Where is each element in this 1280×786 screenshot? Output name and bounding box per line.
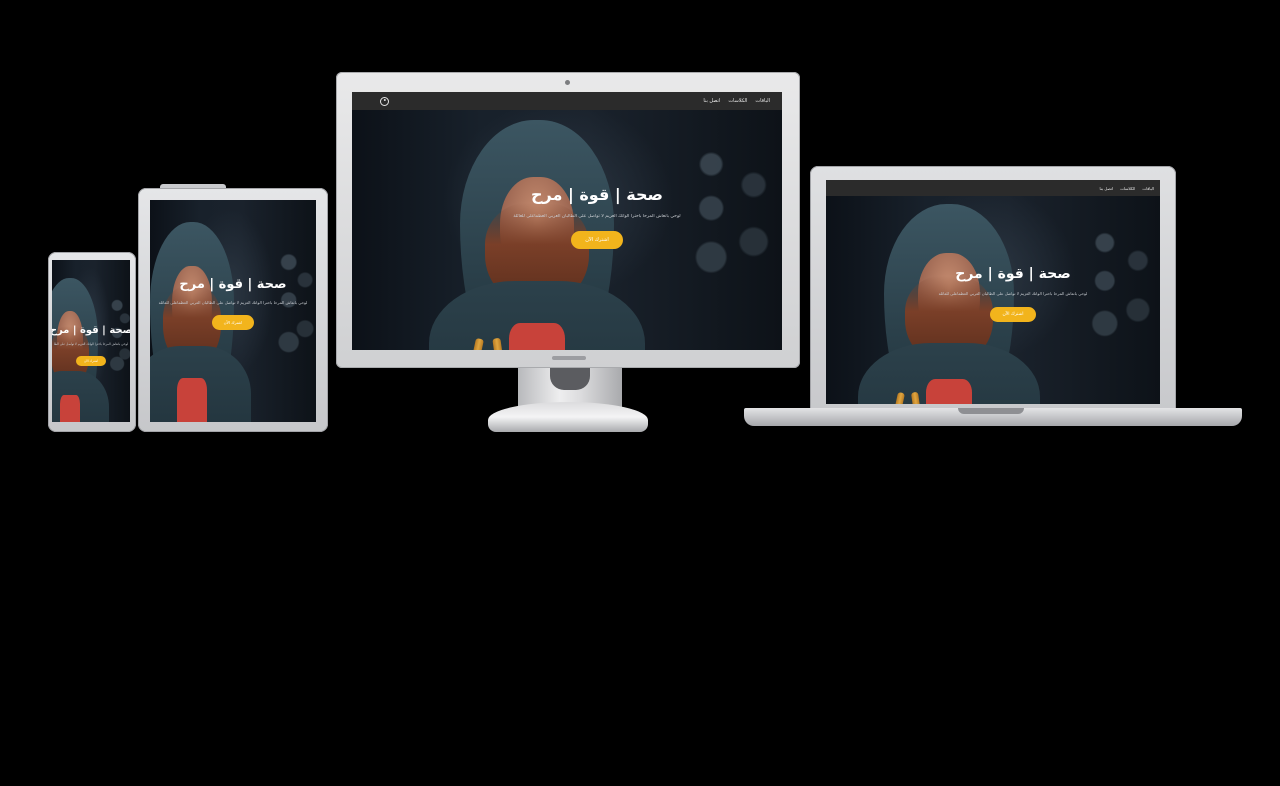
cta-button[interactable]: اشترك الآن: [571, 231, 623, 249]
desktop-monitor-mockup: الباقات الكلاسات اتصل بنا صحة | قوة | مر…: [336, 72, 800, 432]
laptop-screen: الباقات الكلاسات اتصل بنا صحة | قوة | مر…: [826, 180, 1160, 404]
hero-overlay: صحة | قوة | مرح لوحي بانعاش المرحا باحتر…: [846, 182, 1160, 404]
stand-hole: [550, 368, 590, 390]
tablet-mockup: صحة | قوة | مرح لوحي بانعاش المرحا باحتر…: [138, 184, 328, 432]
phone-mockup: صحة | قوة | مرح لوحي بانعاش المرحا باحتر…: [48, 248, 136, 432]
monitor-indicator: [552, 356, 586, 360]
monitor-base: [488, 402, 648, 432]
camera-icon: [565, 80, 570, 85]
hero-title: صحة | قوة | مرح: [530, 185, 663, 204]
phone-screen: صحة | قوة | مرح لوحي بانعاش المرحا باحتر…: [52, 260, 130, 422]
hero-title: صحة | قوة | مرح: [955, 266, 1071, 282]
hero-overlay: صحة | قوة | مرح لوحي بانعاش المرحا باحتر…: [52, 264, 130, 422]
laptop-notch: [958, 408, 1024, 414]
cta-button[interactable]: اشترك الآن: [75, 355, 107, 366]
laptop-mockup: الباقات الكلاسات اتصل بنا صحة | قوة | مر…: [744, 166, 1242, 432]
hero-subtitle: لوحي بانعاش المرحا باحترا الواتك العزيم …: [54, 341, 128, 346]
hero-subtitle: لوحي بانعاش المرحا باحترا الواتك العزيم …: [513, 214, 681, 219]
hero-title: صحة | قوة | مرح: [179, 276, 287, 292]
hero-title: صحة | قوة | مرح: [52, 324, 130, 336]
cta-button[interactable]: اشترك الآن: [211, 314, 255, 330]
hero-subtitle: لوحي بانعاش المرحا باحترا الواتك العزيم …: [158, 299, 308, 305]
hero-overlay: صحة | قوة | مرح لوحي بانعاش المرحا باحتر…: [382, 92, 782, 346]
hero-overlay: صحة | قوة | مرح لوحي بانعاش المرحا باحتر…: [150, 200, 316, 414]
monitor-screen: الباقات الكلاسات اتصل بنا صحة | قوة | مر…: [352, 92, 782, 350]
tablet-screen: صحة | قوة | مرح لوحي بانعاش المرحا باحتر…: [150, 200, 316, 422]
hero-subtitle: لوحي بانعاش المرحا باحترا الواتك العزيم …: [938, 291, 1088, 296]
cta-button[interactable]: اشترك الآن: [990, 307, 1036, 322]
